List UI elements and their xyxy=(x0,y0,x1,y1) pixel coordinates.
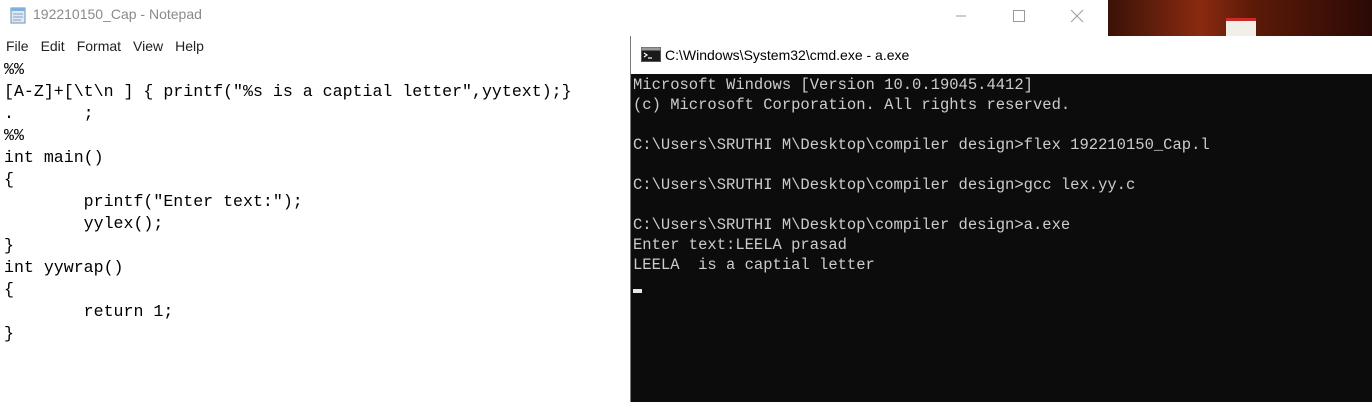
cmd-title: C:\Windows\System32\cmd.exe - a.exe xyxy=(665,47,910,63)
console-line: C:\Users\SRUTHI M\Desktop\compiler desig… xyxy=(633,216,1071,234)
console-line: Enter text:LEELA prasad xyxy=(633,236,847,254)
console-cursor xyxy=(633,289,642,293)
cmd-icon xyxy=(641,47,661,62)
close-button[interactable] xyxy=(1048,0,1106,31)
minimize-icon xyxy=(956,15,966,16)
cmd-titlebar[interactable]: C:\Windows\System32\cmd.exe - a.exe xyxy=(631,36,1372,74)
console-line: Microsoft Windows [Version 10.0.19045.44… xyxy=(633,76,1033,94)
notepad-icon xyxy=(10,7,26,24)
menu-view[interactable]: View xyxy=(127,38,169,54)
console-line: (c) Microsoft Corporation. All rights re… xyxy=(633,96,1071,114)
menu-file[interactable]: File xyxy=(0,38,35,54)
maximize-icon xyxy=(1013,9,1025,22)
notepad-titlebar[interactable]: 192210150_Cap - Notepad xyxy=(0,0,1108,31)
console-line: C:\Users\SRUTHI M\Desktop\compiler desig… xyxy=(633,176,1136,194)
close-icon xyxy=(1070,9,1084,22)
cmd-console-area[interactable]: Microsoft Windows [Version 10.0.19045.44… xyxy=(631,74,1372,402)
notepad-menubar: File Edit Format View Help xyxy=(0,35,630,57)
desktop-file-icon xyxy=(1226,18,1256,36)
menu-format[interactable]: Format xyxy=(71,38,127,54)
notepad-text-content: %% [A-Z]+[\t\n ] { printf("%s is a capti… xyxy=(4,60,572,343)
console-line: LEELA is a captial letter xyxy=(633,256,875,274)
notepad-text-area[interactable]: %% [A-Z]+[\t\n ] { printf("%s is a capti… xyxy=(0,58,630,402)
menu-help[interactable]: Help xyxy=(169,38,210,54)
notepad-title: 192210150_Cap - Notepad xyxy=(33,6,202,22)
cmd-window: C:\Windows\System32\cmd.exe - a.exe Micr… xyxy=(630,36,1372,402)
maximize-button[interactable] xyxy=(990,0,1048,31)
desktop-wallpaper xyxy=(1108,0,1372,36)
minimize-button[interactable] xyxy=(932,0,990,31)
cmd-output: Microsoft Windows [Version 10.0.19045.44… xyxy=(633,75,1210,275)
desktop-screen: 192210150_Cap - Notepad File Edit Format… xyxy=(0,0,1372,402)
menu-edit[interactable]: Edit xyxy=(35,38,71,54)
console-line: C:\Users\SRUTHI M\Desktop\compiler desig… xyxy=(633,136,1210,154)
